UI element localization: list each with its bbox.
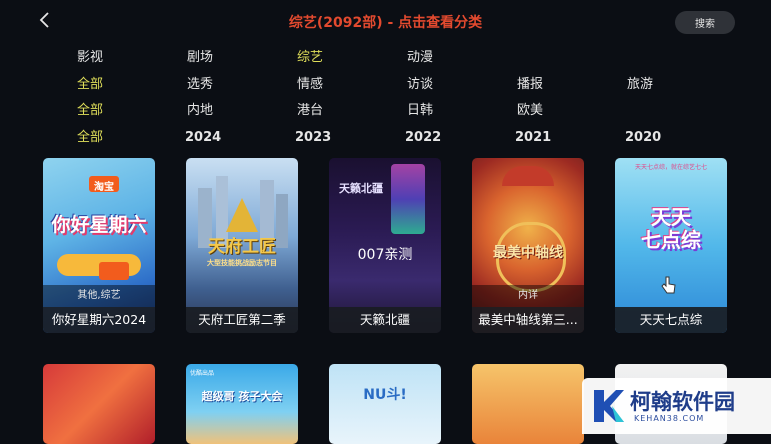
filter-year-2022[interactable]: 2022 <box>405 128 441 148</box>
filter-region-mainland[interactable]: 内地 <box>187 101 213 121</box>
show-card[interactable] <box>43 364 155 444</box>
filter-genre-emotion[interactable]: 情感 <box>297 75 323 95</box>
filter-type-variety[interactable]: 综艺 <box>297 48 323 68</box>
poster-title: 超级哥 孩子大会 <box>201 390 283 403</box>
show-card[interactable]: 天天七点综，就在综艺七七 天天 七点综 天天七点综 <box>615 158 727 333</box>
filter-year-all[interactable]: 全部 <box>77 128 103 148</box>
filter-genre-interview[interactable]: 访谈 <box>407 75 433 95</box>
show-card[interactable]: 天府工匠 大型技能挑战励志节目 天府工匠第二季 <box>186 158 298 333</box>
kehan-logo-icon <box>594 390 624 422</box>
page-title: 综艺(2092部) - 点击查看分类 <box>288 15 483 31</box>
filter-region-hktw[interactable]: 港台 <box>297 101 323 121</box>
filter-type-film[interactable]: 影视 <box>77 48 103 68</box>
filter-region-all[interactable]: 全部 <box>77 101 103 121</box>
filter-year-2020[interactable]: 2020 <box>625 128 661 148</box>
poster-title: 007亲测 <box>357 247 413 263</box>
search-button[interactable]: 搜索 <box>675 11 735 34</box>
show-card[interactable] <box>472 364 584 444</box>
poster-title: 最美中轴线 <box>493 245 563 261</box>
card-title: 最美中轴线第三... <box>472 307 584 333</box>
watermark: 柯翰软件园 KEHAN38.COM <box>582 378 771 434</box>
card-title: 天府工匠第二季 <box>186 307 298 333</box>
filter-row-genre: 全部 选秀 情感 访谈 播报 旅游 <box>0 75 771 95</box>
card-title: 你好星期六2024 <box>43 307 155 333</box>
show-card[interactable]: 优酷出品 超级哥 孩子大会 <box>186 364 298 444</box>
card-title: 天籁北疆 <box>329 307 441 333</box>
filter-type-anime[interactable]: 动漫 <box>407 48 433 68</box>
cursor-hand-icon <box>661 276 676 294</box>
filter-year-2021[interactable]: 2021 <box>515 128 551 148</box>
filter-row-type: 影视 剧场 综艺 动漫 <box>0 48 771 68</box>
poster-sub: 天天七点综，就在综艺七七 <box>634 164 707 171</box>
filter-genre-all[interactable]: 全部 <box>77 75 103 95</box>
card-tags: 其他,综艺 <box>43 285 155 307</box>
show-card[interactable]: 最美中轴线 内详 最美中轴线第三... <box>472 158 584 333</box>
card-tags: 内详 <box>472 285 584 307</box>
filter-year-2023[interactable]: 2023 <box>295 128 331 148</box>
filter-type-theater[interactable]: 剧场 <box>187 48 213 68</box>
watermark-url: KEHAN38.COM <box>634 414 705 423</box>
filter-region-jpkr[interactable]: 日韩 <box>407 101 433 121</box>
show-card[interactable]: 天籁北疆 007亲测 天籁北疆 <box>329 158 441 333</box>
filter-year-2024[interactable]: 2024 <box>185 128 221 148</box>
poster-sub: 天籁北疆 <box>339 182 383 195</box>
filter-row-region: 全部 内地 港台 日韩 欧美 <box>0 101 771 121</box>
poster-sub: 优酷出品 <box>190 370 215 377</box>
poster-sub: 淘宝 <box>94 182 114 193</box>
filter-genre-news[interactable]: 播报 <box>517 75 543 95</box>
poster-title: 你好星期六 <box>51 214 147 236</box>
filter-region-west[interactable]: 欧美 <box>517 101 543 121</box>
filter-row-year: 全部 2024 2023 2022 2021 2020 <box>0 128 771 148</box>
poster-sub: 大型技能挑战励志节目 <box>207 259 277 267</box>
poster-title: 天府工匠 <box>208 237 276 257</box>
poster-image: NU斗! <box>329 364 441 444</box>
card-title: 天天七点综 <box>615 307 727 333</box>
filter-genre-talent[interactable]: 选秀 <box>187 75 213 95</box>
watermark-name: 柯翰软件园 <box>630 390 735 414</box>
poster-image <box>43 364 155 444</box>
show-card[interactable]: NU斗! <box>329 364 441 444</box>
poster-image <box>472 364 584 444</box>
show-card[interactable]: 淘宝 你好星期六 其他,综艺 你好星期六2024 <box>43 158 155 333</box>
poster-title: NU斗! <box>363 387 407 403</box>
poster-image: 优酷出品 超级哥 孩子大会 <box>186 364 298 444</box>
poster-title: 天天 七点综 <box>641 205 701 252</box>
filter-genre-travel[interactable]: 旅游 <box>627 75 653 95</box>
